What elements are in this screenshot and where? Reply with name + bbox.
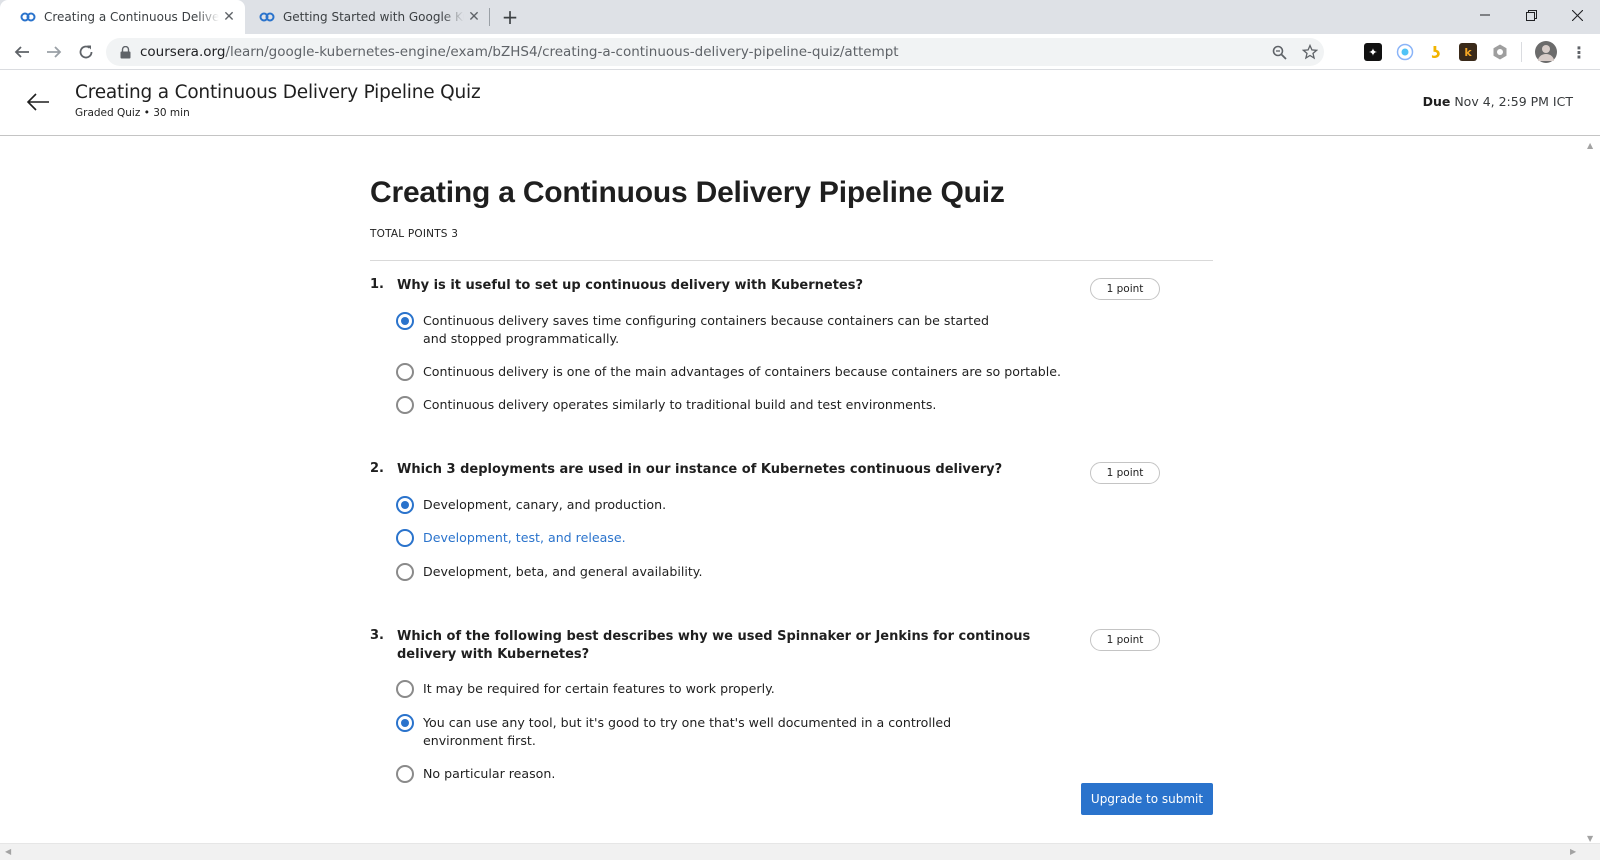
browser-tabstrip: Creating a Continuous Delivery Pipeline … <box>0 0 1600 34</box>
radio-button[interactable] <box>396 396 414 414</box>
new-tab-icon[interactable]: + <box>498 5 522 29</box>
question-number: 1. <box>370 277 384 292</box>
bee-ext-icon[interactable]: ʖ <box>1427 43 1445 62</box>
k-ext-icon[interactable]: k <box>1459 43 1477 61</box>
option-label: Continuous delivery is one of the main a… <box>423 364 1062 379</box>
scroll-up-icon[interactable]: ▲ <box>1587 141 1593 150</box>
total-points: TOTAL POINTS 3 <box>370 228 459 240</box>
zoom-icon[interactable] <box>1270 43 1288 61</box>
divider <box>370 260 1213 261</box>
answer-option[interactable]: Continuous delivery saves time configuri… <box>396 312 1013 348</box>
tab-title: Creating a Continuous Delivery Pipeline … <box>44 10 219 24</box>
option-label: Development, test, and release. <box>423 530 626 545</box>
menu-kebab-icon[interactable]: ⋮ <box>1571 43 1587 62</box>
radio-button[interactable] <box>396 563 414 581</box>
option-label: You can use any tool, but it's good to t… <box>423 715 952 748</box>
quiz-header: Creating a Continuous Delivery Pipeline … <box>0 70 1600 136</box>
option-label: Continuous delivery operates similarly t… <box>423 397 937 412</box>
lock-icon <box>118 45 132 59</box>
tab-title: Getting Started with Google Kubernetes E… <box>283 10 464 24</box>
question-text: Why is it useful to set up continuous de… <box>397 278 864 293</box>
coursera-favicon-icon <box>20 9 36 25</box>
hex-ext-icon[interactable] <box>1491 43 1509 61</box>
answer-option[interactable]: Continuous delivery is one of the main a… <box>396 363 1063 381</box>
question-text: Which of the following best describes wh… <box>397 629 1031 662</box>
bookmark-star-icon[interactable] <box>1301 43 1319 61</box>
puzzle-ext-icon[interactable]: ✦ <box>1364 43 1382 61</box>
option-label: Development, beta, and general availabil… <box>423 564 703 579</box>
option-label: Continuous delivery saves time configuri… <box>423 313 989 346</box>
tab-quiz[interactable]: Creating a Continuous Delivery Pipeline … <box>0 0 245 34</box>
scroll-down-icon[interactable]: ▼ <box>1587 834 1593 843</box>
restore-icon[interactable] <box>1508 0 1554 30</box>
radio-button[interactable] <box>396 312 414 330</box>
question-number: 3. <box>370 628 384 643</box>
radio-button[interactable] <box>396 496 414 514</box>
points-badge: 1 point <box>1090 462 1160 484</box>
scroll-left-icon[interactable]: ◀ <box>5 847 11 856</box>
radio-button[interactable] <box>396 714 414 732</box>
answer-option[interactable]: You can use any tool, but it's good to t… <box>396 714 1013 750</box>
due-date: Due Nov 4, 2:59 PM ICT <box>1422 94 1573 109</box>
close-tab-icon[interactable]: ✕ <box>464 7 484 27</box>
answer-option[interactable]: It may be required for certain features … <box>396 680 1013 698</box>
url-text: coursera.org/learn/google-kubernetes-eng… <box>140 44 899 60</box>
browser-toolbar: coursera.org/learn/google-kubernetes-eng… <box>0 34 1600 70</box>
close-window-icon[interactable] <box>1554 0 1600 30</box>
option-label: It may be required for certain features … <box>423 681 775 696</box>
option-label: Development, canary, and production. <box>423 497 667 512</box>
answer-option[interactable]: Development, test, and release. <box>396 529 1013 547</box>
close-tab-icon[interactable]: ✕ <box>219 7 239 27</box>
vertical-scrollbar[interactable]: ▲ ▼ <box>1583 137 1600 843</box>
back-arrow-icon[interactable] <box>24 88 52 116</box>
radio-button[interactable] <box>396 529 414 547</box>
option-label: No particular reason. <box>423 766 556 781</box>
question-number: 2. <box>370 461 384 476</box>
header-subtitle: Graded Quiz • 30 min <box>75 107 190 119</box>
profile-avatar-icon[interactable] <box>1535 41 1557 63</box>
radio-button[interactable] <box>396 765 414 783</box>
scroll-right-icon[interactable]: ▶ <box>1570 847 1576 856</box>
tab-separator <box>489 8 490 26</box>
address-bar[interactable]: coursera.org/learn/google-kubernetes-eng… <box>106 38 1324 66</box>
minimize-icon[interactable] <box>1462 0 1508 30</box>
reload-icon[interactable] <box>72 38 100 66</box>
toolbar-divider <box>1521 42 1522 62</box>
horizontal-scrollbar[interactable]: ◀ ▶ <box>0 843 1600 860</box>
forward-icon[interactable] <box>40 38 68 66</box>
radio-button[interactable] <box>396 363 414 381</box>
answer-option[interactable]: Development, canary, and production. <box>396 496 1013 514</box>
upgrade-to-submit-button[interactable]: Upgrade to submit <box>1081 783 1213 815</box>
quiz-title: Creating a Continuous Delivery Pipeline … <box>370 176 1005 209</box>
question-text: Which 3 deployments are used in our inst… <box>397 462 1003 477</box>
answer-option[interactable]: Continuous delivery operates similarly t… <box>396 396 1013 414</box>
points-badge: 1 point <box>1090 278 1160 300</box>
tab-getting-started[interactable]: Getting Started with Google Kubernetes E… <box>245 0 490 34</box>
answer-option[interactable]: No particular reason. <box>396 765 1013 783</box>
points-badge: 1 point <box>1090 629 1160 651</box>
header-title: Creating a Continuous Delivery Pipeline … <box>75 82 481 103</box>
answer-option[interactable]: Development, beta, and general availabil… <box>396 563 1013 581</box>
radio-button[interactable] <box>396 680 414 698</box>
back-icon[interactable] <box>8 38 36 66</box>
circle-ext-icon[interactable] <box>1396 43 1414 61</box>
coursera-favicon-icon <box>259 9 275 25</box>
